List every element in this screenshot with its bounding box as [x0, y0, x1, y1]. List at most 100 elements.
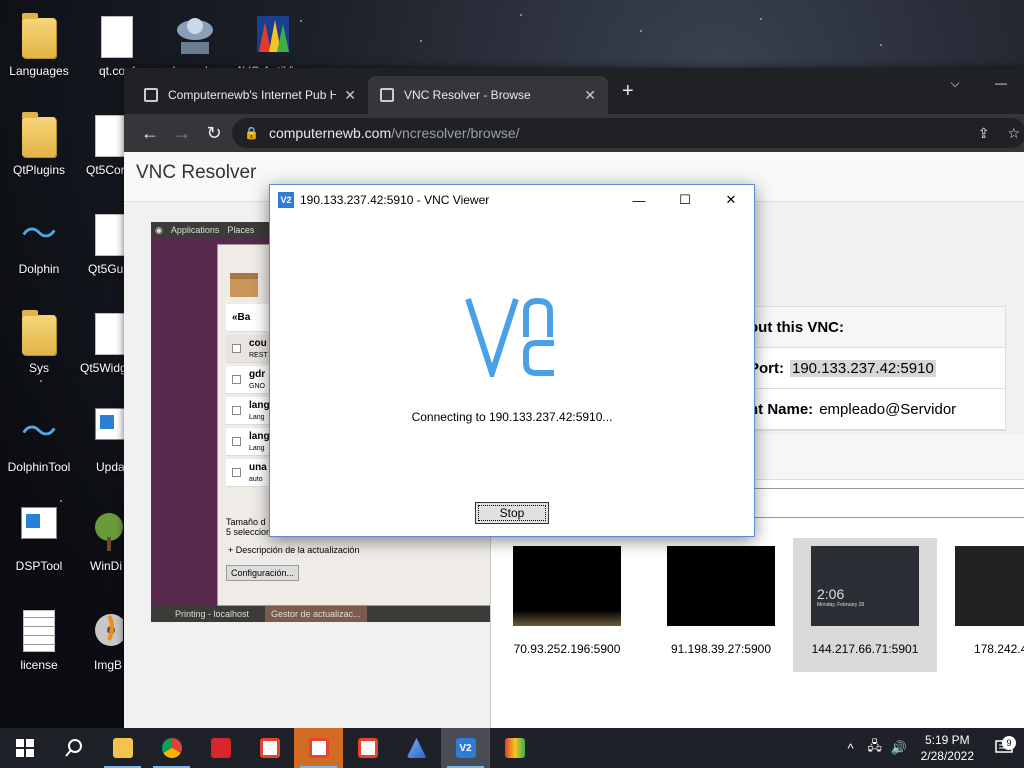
- desktop-icon-dsptool[interactable]: DSPTool: [0, 499, 78, 589]
- taskbar-chrome[interactable]: [147, 728, 196, 768]
- tab-search-button[interactable]: ⌵: [932, 68, 978, 98]
- gallery-item[interactable]: 91.198.39.27:5900: [649, 538, 793, 672]
- desktop-icon-qtplugins[interactable]: QtPlugins: [0, 103, 78, 193]
- tab-favicon-icon: [380, 88, 394, 102]
- vnc-thumbnail: [955, 546, 1024, 626]
- tab-vnc-resolver[interactable]: VNC Resolver - Browse ✕: [368, 76, 608, 114]
- taskbar-avg[interactable]: [490, 728, 539, 768]
- clock[interactable]: 5:19 PM 2/28/2022: [921, 732, 974, 764]
- app-icon: [79, 408, 124, 456]
- search-button[interactable]: [49, 728, 98, 768]
- document-icon: [17, 606, 61, 654]
- minimize-button[interactable]: —: [616, 185, 662, 215]
- taskbar-brave-2[interactable]: [343, 728, 392, 768]
- chevron-up-icon[interactable]: ^: [839, 741, 863, 756]
- brave-icon: [357, 738, 378, 758]
- desktop-icon-dolphin[interactable]: 〜 Dolphin: [0, 202, 78, 292]
- taskbar: V2 ^ 🖧 🔊 5:19 PM 2/28/2022 9: [0, 728, 1024, 768]
- back-button[interactable]: ←: [134, 123, 166, 144]
- url-path: /vncresolver/browse/: [391, 125, 520, 141]
- desktop-icon-sys[interactable]: Sys: [0, 301, 78, 391]
- vnc-thumbnail: [667, 546, 775, 626]
- tree-icon: [79, 507, 123, 555]
- info-name-row: nt Name: empleado@Servidor: [741, 389, 1005, 430]
- desktop-icon-qt5core[interactable]: Qt5Cor: [78, 103, 124, 193]
- vnc-viewer-titlebar: V2 190.133.237.42:5910 - VNC Viewer — ☐ …: [270, 185, 754, 215]
- desktop-icon-qt5gui[interactable]: Qt5Gu: [78, 202, 124, 292]
- description-expander[interactable]: + Descripción de la actualización: [228, 545, 482, 555]
- gallery-item[interactable]: 70.93.252.196:5900: [495, 538, 639, 672]
- disc-icon: [79, 606, 124, 654]
- tab-close-icon[interactable]: ✕: [344, 87, 356, 104]
- taskbar-acrobat[interactable]: [196, 728, 245, 768]
- checkbox[interactable]: [232, 437, 241, 446]
- action-center-button[interactable]: 9: [984, 736, 1024, 756]
- start-button[interactable]: [0, 728, 49, 768]
- notification-count: 9: [1002, 736, 1016, 750]
- gallery-item-selected[interactable]: 2:06 Monday, February 28 144.217.66.71:5…: [793, 538, 937, 672]
- tab-close-icon[interactable]: ✕: [584, 87, 596, 104]
- tab-favicon-icon: [144, 88, 158, 102]
- taskbar-vnc-viewer[interactable]: V2: [441, 728, 490, 768]
- desktop-icon-languages[interactable]: Languages: [0, 4, 78, 94]
- maximize-button[interactable]: ☐: [662, 185, 708, 215]
- app-icon: [17, 507, 61, 555]
- volume-icon[interactable]: 🔊: [887, 740, 911, 756]
- vnc-thumbnail: [513, 546, 621, 626]
- lock-icon: 🔒: [244, 126, 259, 140]
- ubuntu-logo-icon: ◉: [155, 224, 163, 235]
- tab-strip: Computernewb's Internet Pub Hu ✕ VNC Res…: [124, 68, 1024, 114]
- gear-file-icon: [79, 210, 124, 258]
- checkbox[interactable]: [232, 406, 241, 415]
- folder-icon: [17, 111, 61, 159]
- desktop-icon-update[interactable]: Upda: [78, 400, 124, 490]
- brave-icon: [308, 738, 329, 758]
- taskbar-app-blue[interactable]: [392, 728, 441, 768]
- reload-button[interactable]: ↻: [198, 123, 230, 144]
- forward-button[interactable]: →: [166, 123, 198, 144]
- gallery-item[interactable]: 178.242.47.7: [937, 538, 1024, 672]
- tab-computernewb[interactable]: Computernewb's Internet Pub Hu ✕: [132, 76, 368, 114]
- address-bar[interactable]: 🔒 computernewb.com/vncresolver/browse/ ⇪…: [232, 118, 1024, 148]
- checkbox[interactable]: [232, 468, 241, 477]
- url-domain: computernewb.com: [268, 125, 392, 141]
- vnc-thumbnail: 2:06 Monday, February 28: [811, 546, 919, 626]
- taskbar-brave-active[interactable]: [294, 728, 343, 768]
- folder-icon: [17, 12, 61, 60]
- minimize-button[interactable]: —: [978, 68, 1024, 98]
- search-icon: [64, 739, 82, 757]
- share-icon[interactable]: ⇪: [978, 125, 990, 142]
- info-port-row: Port: 190.133.237.42:5910: [741, 348, 1005, 389]
- new-tab-button[interactable]: +: [622, 80, 634, 103]
- close-button[interactable]: ✕: [708, 185, 754, 215]
- gear-file-icon: [79, 309, 124, 357]
- chrome-icon: [161, 738, 182, 758]
- vnc-viewer-icon: V2: [278, 192, 294, 208]
- vnc-logo-icon: [464, 297, 560, 383]
- vnc-viewer-window: V2 190.133.237.42:5910 - VNC Viewer — ☐ …: [269, 184, 755, 537]
- dolphin-icon: 〜: [20, 411, 57, 452]
- brave-icon: [259, 738, 280, 758]
- taskbar-brave[interactable]: [245, 728, 294, 768]
- desktop-icon-license[interactable]: license: [0, 598, 78, 688]
- avg-icon: [251, 12, 295, 60]
- configuration-button[interactable]: Configuración...: [226, 565, 300, 581]
- network-icon[interactable]: 🖧: [863, 737, 887, 759]
- stop-button[interactable]: Stop: [475, 502, 549, 524]
- system-tray: ^ 🖧 🔊 5:19 PM 2/28/2022 9: [839, 728, 1024, 768]
- window-title: 190.133.237.42:5910 - VNC Viewer: [300, 193, 490, 207]
- desktop-icon-imgburn[interactable]: ImgB: [78, 598, 124, 688]
- checkbox[interactable]: [232, 344, 241, 353]
- windows-logo-icon: [15, 739, 34, 757]
- document-icon: [95, 12, 139, 60]
- desktop-icon-windirstat[interactable]: WinDi: [78, 499, 124, 589]
- taskbar-file-explorer[interactable]: [98, 728, 147, 768]
- desktop-icon-qt5widgets[interactable]: Qt5Widg: [78, 301, 124, 391]
- checkbox[interactable]: [232, 375, 241, 384]
- desktop-icon-dolphintool[interactable]: 〜 DolphinTool: [0, 400, 78, 490]
- connection-status: Connecting to 190.133.237.42:5910...: [411, 410, 613, 424]
- bookmark-star-icon[interactable]: ☆: [1007, 125, 1020, 142]
- vnc-info-table: out this VNC: Port: 190.133.237.42:5910 n…: [740, 306, 1006, 431]
- folder-icon: [17, 309, 61, 357]
- app-icon: [406, 738, 427, 758]
